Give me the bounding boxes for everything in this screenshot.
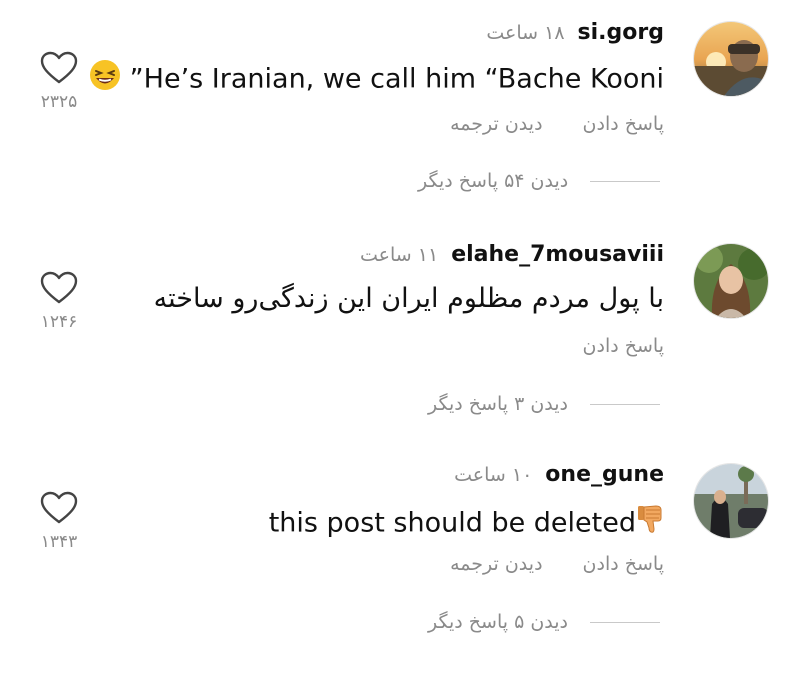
username[interactable]: one_gune xyxy=(545,462,664,487)
comment-body: this post should be deleted xyxy=(268,507,636,539)
timestamp: ۱۱ ساعت xyxy=(360,244,439,266)
reply-button[interactable]: پاسخ دادن xyxy=(583,113,664,135)
view-replies-label: دیدن ۵۴ پاسخ دیگر xyxy=(418,170,569,192)
username[interactable]: elahe_7mousaviii xyxy=(451,242,664,267)
divider-line xyxy=(590,621,661,623)
view-replies-button[interactable]: دیدن ۳ پاسخ دیگر xyxy=(428,391,661,417)
reply-button[interactable]: پاسخ دادن xyxy=(583,553,664,575)
laughing-face-icon xyxy=(89,59,121,101)
avatar-image xyxy=(694,244,768,318)
heart-icon[interactable] xyxy=(39,490,79,526)
see-translation-button[interactable]: دیدن ترجمه xyxy=(450,113,542,135)
heart-icon[interactable] xyxy=(39,50,79,86)
divider-line xyxy=(590,403,661,405)
reply-button[interactable]: پاسخ دادن xyxy=(583,335,664,357)
like-count: ۱۳۴۳ xyxy=(40,532,78,552)
avatar[interactable] xyxy=(694,22,768,96)
divider-line xyxy=(590,180,661,182)
avatar-image xyxy=(694,464,768,538)
avatar[interactable] xyxy=(694,244,768,318)
see-translation-button[interactable]: دیدن ترجمه xyxy=(450,553,542,575)
comment-body: ”He’s Iranian, we call him “Bache Kooni xyxy=(129,63,664,95)
like-area: ۱۳۴۳ xyxy=(34,490,84,552)
avatar-image xyxy=(694,22,768,96)
comment-actions: پاسخ دادن دیدن ترجمه xyxy=(450,551,664,577)
comment-actions: پاسخ دادن xyxy=(583,333,664,359)
like-count: ۲۳۲۵ xyxy=(40,92,78,112)
comment-text: ”He’s Iranian, we call him “Bache Kooni xyxy=(89,59,664,101)
timestamp: ۱۰ ساعت xyxy=(454,464,533,486)
comment-header: one_gune ۱۰ ساعت xyxy=(454,461,664,489)
comment-body: با پول مردم مظلوم ایران این زندگی‌رو ساخ… xyxy=(153,283,664,314)
like-area: ۲۳۲۵ xyxy=(34,50,84,112)
username[interactable]: si.gorg xyxy=(578,20,664,45)
comment-header: si.gorg ۱۸ ساعت xyxy=(486,19,664,47)
comment-text: this post should be deleted xyxy=(269,503,664,545)
like-count: ۱۲۴۶ xyxy=(40,312,78,332)
view-replies-label: دیدن ۳ پاسخ دیگر xyxy=(428,393,569,415)
heart-icon[interactable] xyxy=(39,270,79,306)
comment-actions: پاسخ دادن دیدن ترجمه xyxy=(450,111,664,137)
view-replies-button[interactable]: دیدن ۵ پاسخ دیگر xyxy=(428,609,661,635)
view-replies-label: دیدن ۵ پاسخ دیگر xyxy=(428,611,569,633)
timestamp: ۱۸ ساعت xyxy=(486,22,565,44)
like-area: ۱۲۴۶ xyxy=(34,270,84,332)
view-replies-button[interactable]: دیدن ۵۴ پاسخ دیگر xyxy=(418,168,661,194)
comment-header: elahe_7mousaviii ۱۱ ساعت xyxy=(360,241,664,269)
avatar[interactable] xyxy=(694,464,768,538)
thumbs-down-icon xyxy=(636,503,664,545)
